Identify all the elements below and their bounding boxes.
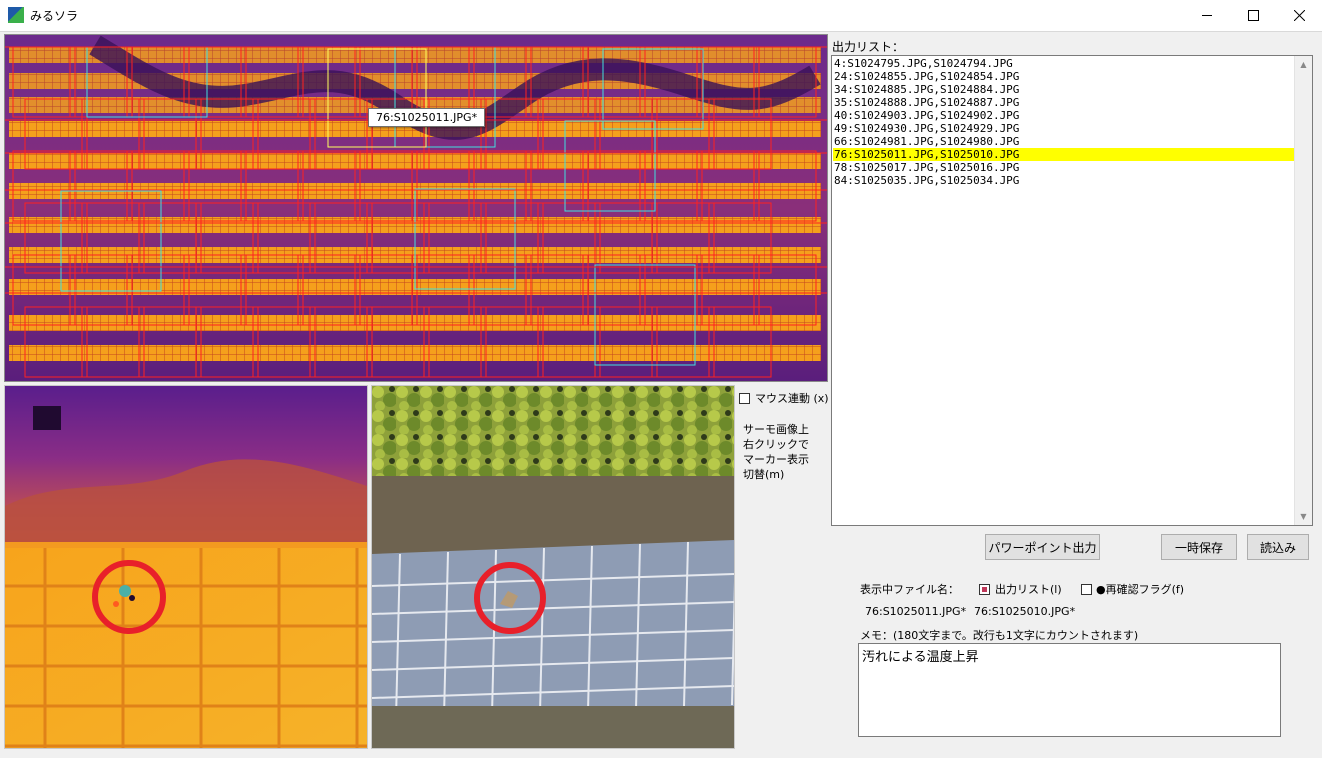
list-item[interactable]: 84:S1025035.JPG,S1025034.JPG xyxy=(833,174,1296,187)
window-title: みるソラ xyxy=(30,9,79,23)
memo-label: メモ：(180文字まで。改行も1文字にカウントされます) xyxy=(860,629,1139,642)
load-button[interactable]: 読込み xyxy=(1247,534,1309,560)
marker-help-text: サーモ画像上 右クリックで マーカー表示 切替(m) xyxy=(743,423,809,481)
list-item[interactable]: 24:S1024855.JPG,S1024854.JPG xyxy=(833,70,1296,83)
list-item[interactable]: 4:S1024795.JPG,S1024794.JPG xyxy=(833,57,1296,70)
thermal-detail-view[interactable] xyxy=(4,385,368,749)
close-icon xyxy=(1293,10,1305,21)
minimize-icon xyxy=(1202,15,1212,16)
scroll-up-button[interactable]: ▲ xyxy=(1295,56,1312,73)
overview-thermal-map[interactable]: 76:S1025011.JPG* xyxy=(4,34,828,382)
overview-image[interactable] xyxy=(5,35,827,381)
recheck-flag-label: ●再確認フラグ(f) xyxy=(1096,583,1185,596)
output-list-toggle[interactable]: 出力リスト(l) xyxy=(979,581,1062,597)
recheck-flag-toggle[interactable]: ●再確認フラグ(f) xyxy=(1081,581,1184,597)
mouse-link-checkbox[interactable] xyxy=(739,392,750,404)
output-list-check-label: 出力リスト(l) xyxy=(995,583,1062,596)
list-item[interactable]: 66:S1024981.JPG,S1024980.JPG xyxy=(833,135,1296,148)
recheck-flag-checkbox[interactable] xyxy=(1081,583,1092,595)
list-item[interactable]: 49:S1024930.JPG,S1024929.JPG xyxy=(833,122,1296,135)
display-file-label: 表示中ファイル名： xyxy=(860,583,959,596)
thermal-file-name: 76:S1025011.JPG* xyxy=(865,605,967,618)
chevron-down-icon: ▼ xyxy=(1300,512,1307,521)
list-item[interactable]: 40:S1024903.JPG,S1024902.JPG xyxy=(833,109,1296,122)
visual-file-name: 76:S1025010.JPG* xyxy=(974,605,1076,618)
title-bar: みるソラ xyxy=(0,0,1322,31)
chevron-up-icon: ▲ xyxy=(1300,60,1307,69)
list-item[interactable]: 78:S1025017.JPG,S1025016.JPG xyxy=(833,161,1296,174)
minimize-button[interactable] xyxy=(1184,0,1230,31)
close-button[interactable] xyxy=(1276,0,1322,31)
scroll-down-button[interactable]: ▼ xyxy=(1295,508,1312,525)
maximize-button[interactable] xyxy=(1230,0,1276,31)
listbox-scrollbar[interactable]: ▲ ▼ xyxy=(1294,56,1312,525)
list-item[interactable]: 34:S1024885.JPG,S1024884.JPG xyxy=(833,83,1296,96)
output-list-rows: 4:S1024795.JPG,S1024794.JPG 24:S1024855.J… xyxy=(833,57,1296,187)
visual-marker-circle xyxy=(474,562,546,634)
memo-textarea[interactable]: 汚れによる温度上昇 xyxy=(858,643,1281,737)
overview-tooltip: 76:S1025011.JPG* xyxy=(368,108,486,127)
output-listbox[interactable]: 4:S1024795.JPG,S1024794.JPG 24:S1024855.J… xyxy=(831,55,1313,526)
mouse-link-toggle[interactable]: マウス連動 (x) xyxy=(739,390,829,406)
list-item[interactable]: 35:S1024888.JPG,S1024887.JPG xyxy=(833,96,1296,109)
thermal-marker-circle xyxy=(92,560,166,634)
output-list-label: 出力リスト： xyxy=(832,40,905,54)
output-list-checkbox[interactable] xyxy=(979,583,990,595)
list-item[interactable]: 76:S1025011.JPG,S1025010.JPG xyxy=(833,148,1296,161)
maximize-icon xyxy=(1247,10,1259,21)
visual-detail-view[interactable] xyxy=(371,385,735,749)
mouse-link-label: マウス連動 (x) xyxy=(755,392,829,405)
temp-save-button[interactable]: 一時保存 xyxy=(1161,534,1237,560)
powerpoint-export-button[interactable]: パワーポイント出力 xyxy=(985,534,1100,560)
app-icon xyxy=(8,7,24,23)
